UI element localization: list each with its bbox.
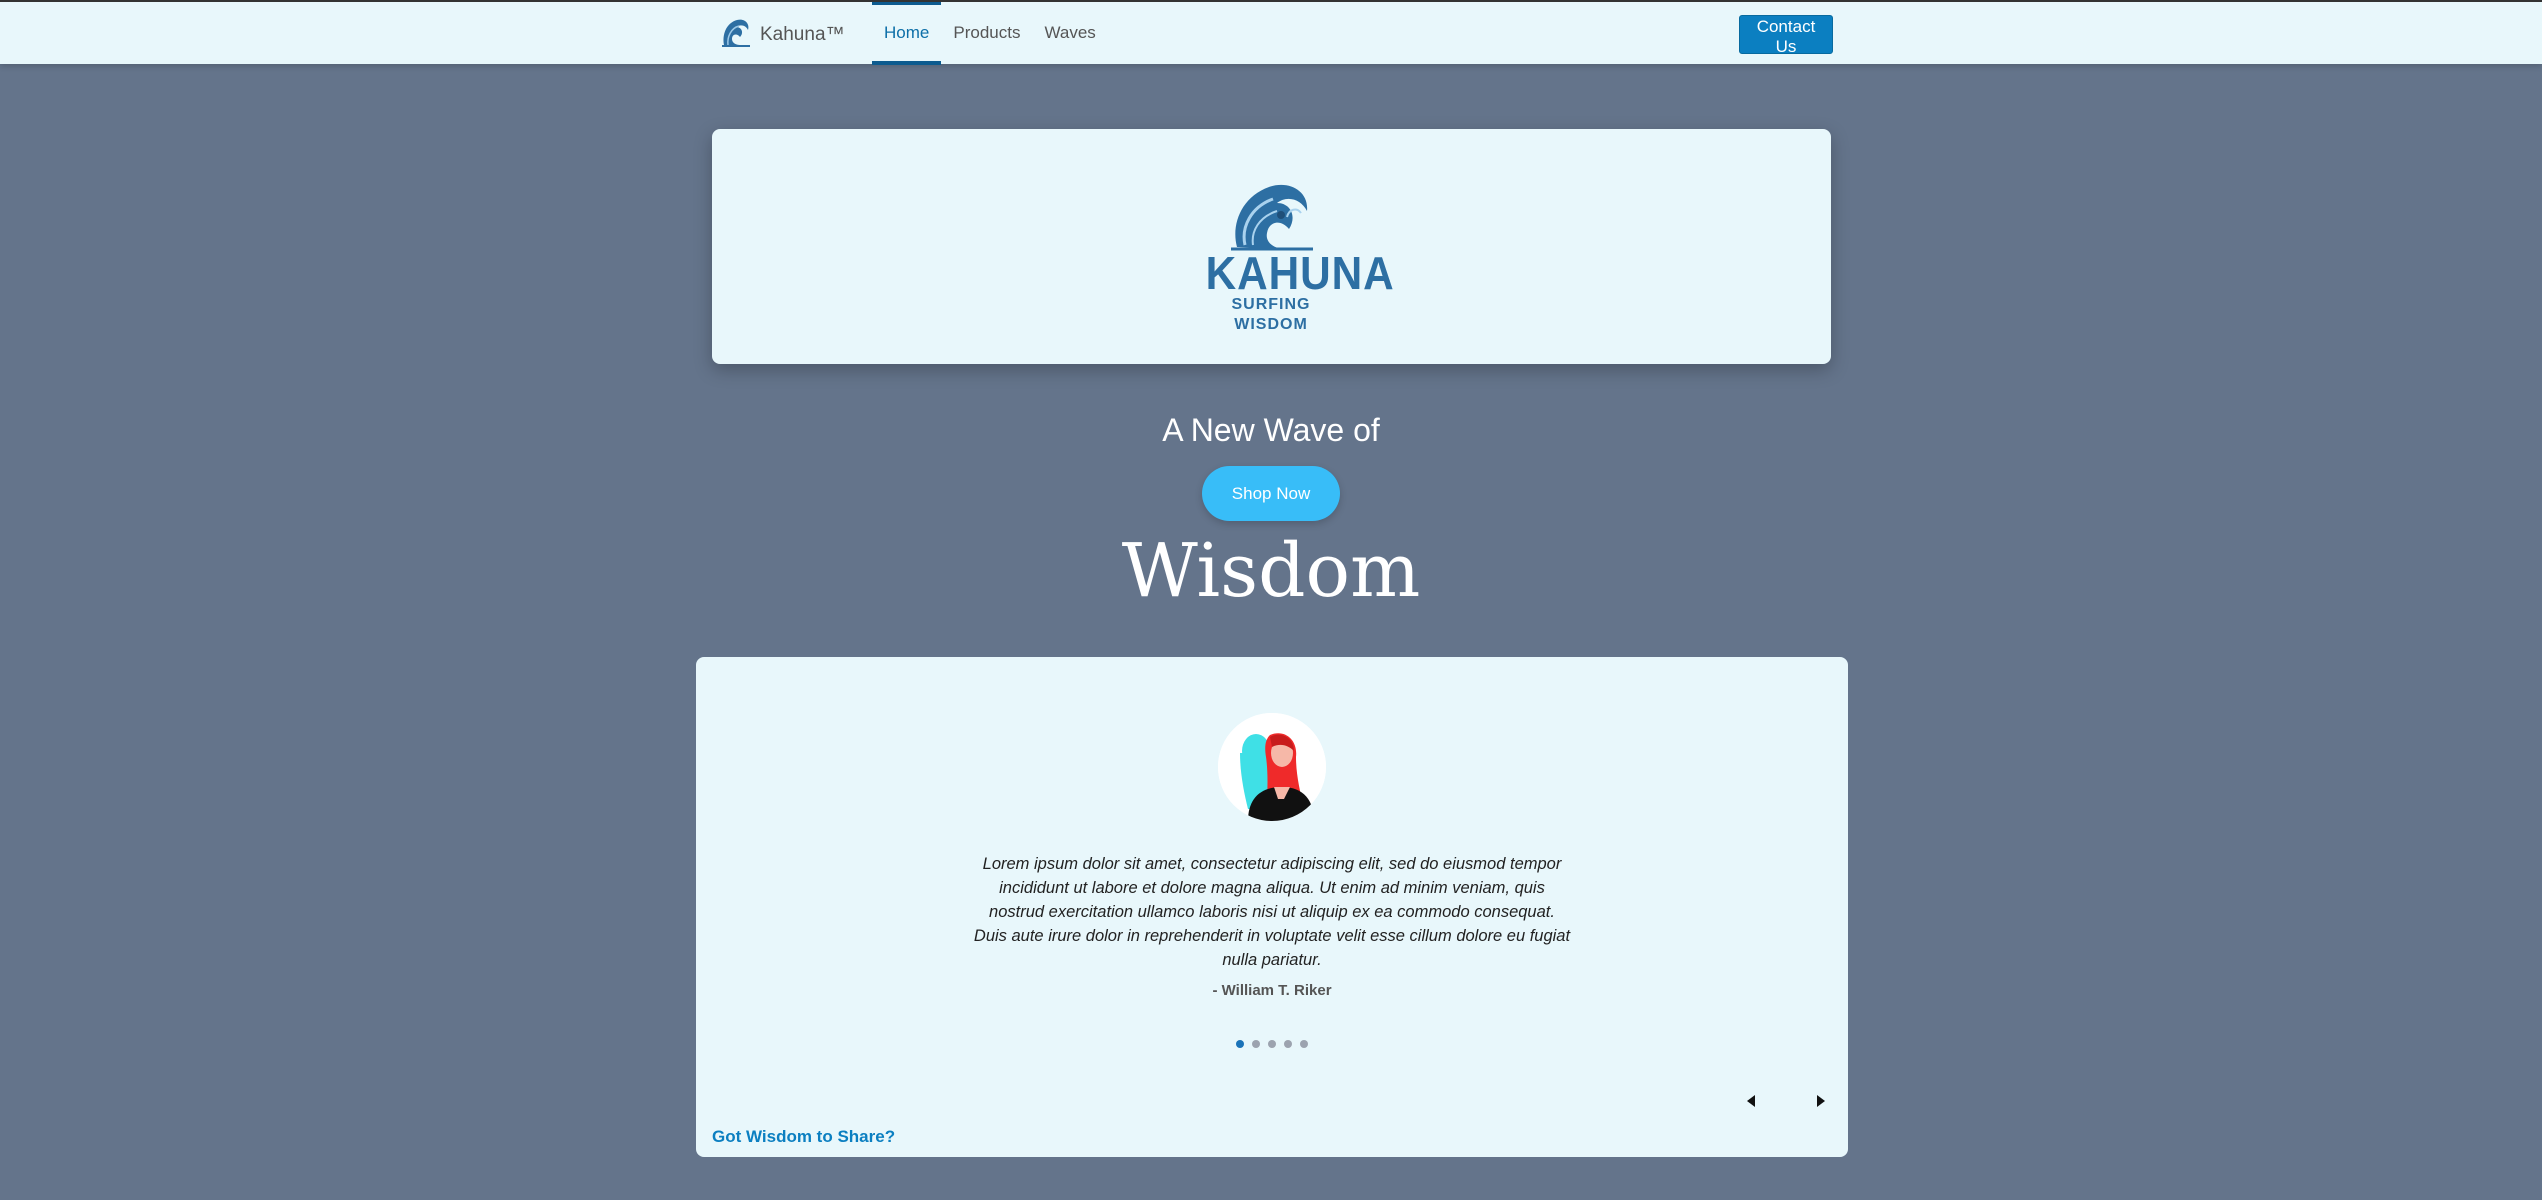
carousel-dot-3[interactable] <box>1268 1040 1276 1048</box>
logo-wordmark: KAHUNA <box>1205 247 1395 299</box>
main-nav: Home Products Waves <box>872 2 1108 65</box>
hero-logo-card: KAHUNA SURFING WISDOM <box>712 129 1831 364</box>
brand-name: Kahuna™ <box>760 23 845 45</box>
wave-emblem-icon <box>1231 184 1313 251</box>
contact-us-button[interactable]: Contact Us <box>1739 15 1833 56</box>
brand[interactable]: Kahuna™ <box>720 15 845 54</box>
logo-subtitle: SURFING WISDOM <box>1231 296 1311 333</box>
top-navbar: Kahuna™ Home Products Waves Contact Us <box>0 0 2542 65</box>
hero-tagline: A New Wave of <box>1162 412 1380 448</box>
carousel-dot-5[interactable] <box>1300 1040 1308 1048</box>
prev-arrow-icon[interactable] <box>1742 1091 1762 1111</box>
carousel-dot-4[interactable] <box>1284 1040 1292 1048</box>
next-arrow-icon[interactable] <box>1810 1091 1830 1111</box>
carousel-dot-2[interactable] <box>1252 1040 1260 1048</box>
carousel-dot-1[interactable] <box>1236 1040 1244 1048</box>
share-wisdom-link[interactable]: Got Wisdom to Share? <box>712 1127 895 1147</box>
hero-headline: Wisdom <box>1121 528 1421 614</box>
kahuna-logo: KAHUNA SURFING WISDOM <box>1200 177 1395 333</box>
testimonial-carousel: Lorem ipsum dolor sit amet, consectetur … <box>696 657 1848 1157</box>
testimonial-author: - William T. Riker <box>1212 982 1332 999</box>
testimonial-quote: Lorem ipsum dolor sit amet, consectetur … <box>973 855 1571 969</box>
nav-item-products[interactable]: Products <box>941 2 1032 64</box>
wave-logo-icon <box>720 15 752 54</box>
nav-item-waves[interactable]: Waves <box>1032 2 1107 64</box>
shop-now-button[interactable]: Shop Now <box>1202 466 1340 521</box>
nav-item-home[interactable]: Home <box>872 2 942 65</box>
avatar <box>1218 713 1326 821</box>
carousel-indicators <box>1236 1040 1308 1048</box>
